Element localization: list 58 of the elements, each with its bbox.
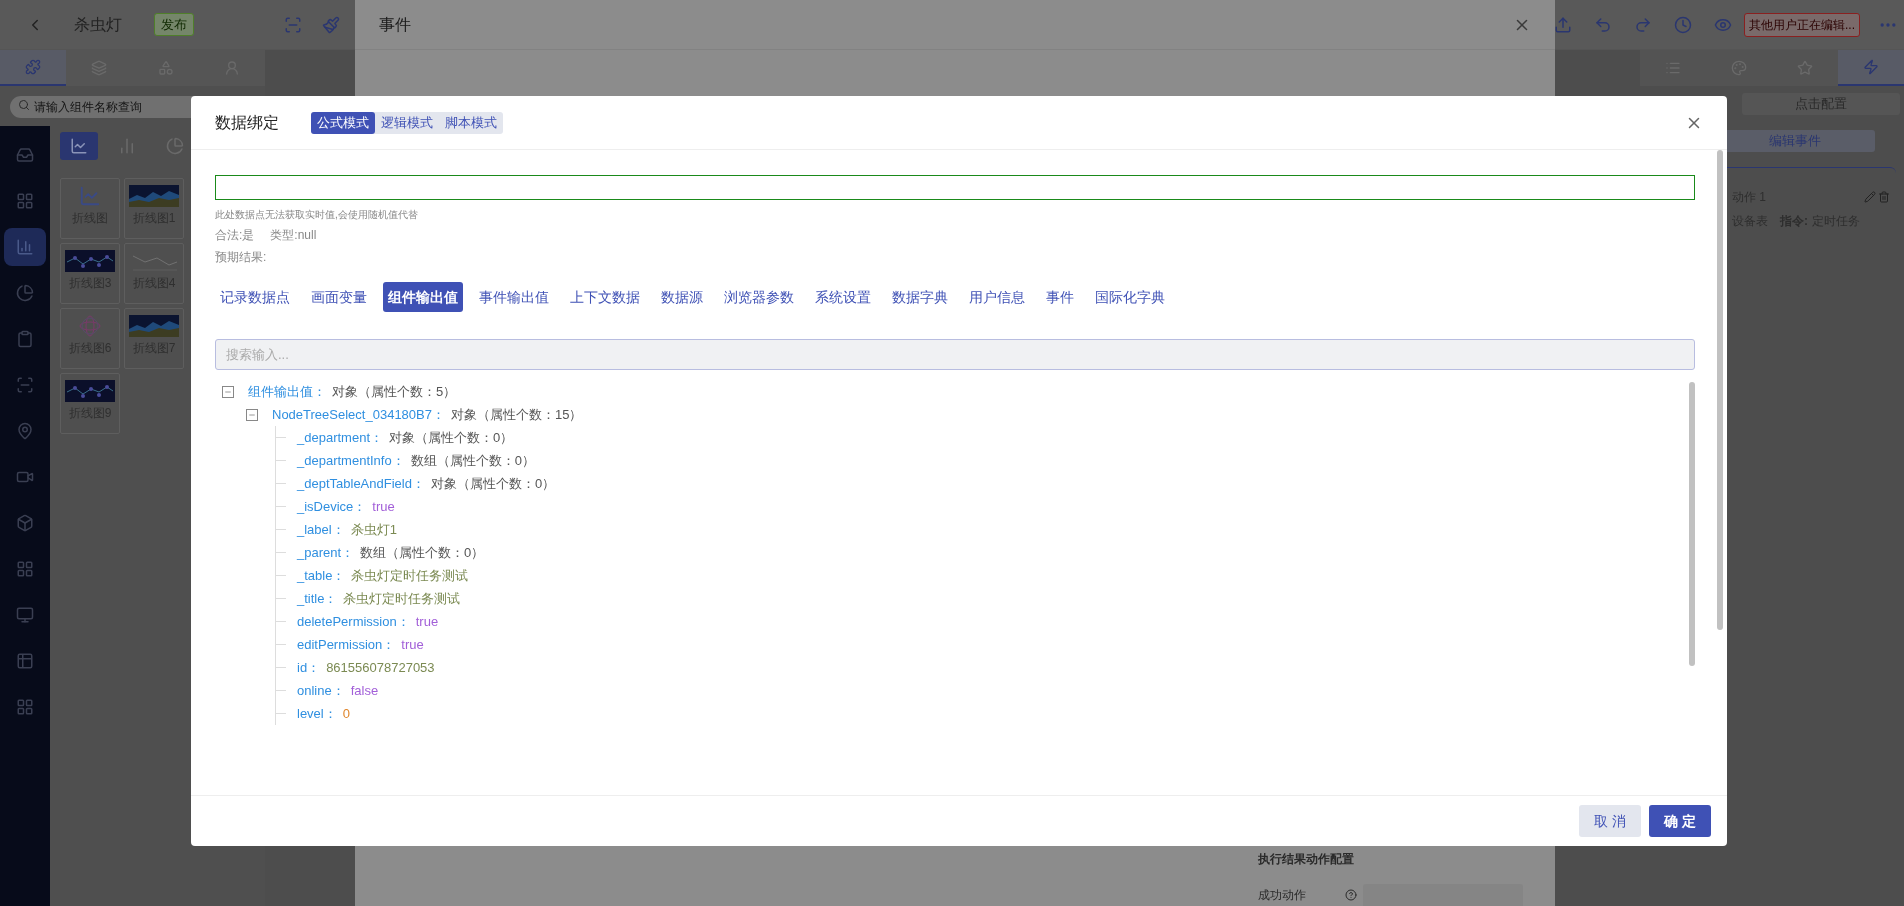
tree-key[interactable]: _parent：: [297, 542, 355, 563]
tree-key[interactable]: level：: [297, 703, 337, 724]
source-tab[interactable]: 数据源: [656, 282, 708, 312]
editing-alert: 其他用户正在编辑...: [1744, 12, 1860, 37]
mode-tab[interactable]: 公式模式: [311, 111, 375, 134]
tree-value: false: [350, 681, 379, 700]
source-tab[interactable]: 国际化字典: [1090, 282, 1170, 312]
formula-hint: 此处数据点无法获取实时值,会使用随机值代替: [215, 208, 419, 222]
modal-title: 事件: [379, 14, 411, 35]
tree-key[interactable]: id：: [297, 657, 321, 678]
tree-key[interactable]: _departmentInfo：: [297, 450, 405, 471]
source-tab[interactable]: 系统设置: [810, 282, 876, 312]
tree-value: true: [372, 497, 395, 516]
tree-value: 数组（属性个数：0）: [360, 543, 485, 562]
tree-key[interactable]: editPermission：: [297, 634, 396, 655]
source-tab[interactable]: 画面变量: [306, 282, 372, 312]
tree-key[interactable]: _table：: [297, 565, 346, 586]
field-label: 成功动作: [1258, 887, 1307, 904]
source-tab[interactable]: 数据字典: [887, 282, 953, 312]
publish-badge[interactable]: 发布: [154, 12, 194, 37]
source-tab[interactable]: 浏览器参数: [719, 282, 799, 312]
tree-value: 对象（属性个数：15）: [450, 405, 583, 424]
tree-key[interactable]: _title：: [297, 588, 338, 609]
source-tab[interactable]: 事件输出值: [474, 282, 554, 312]
source-tab[interactable]: 记录数据点: [215, 282, 295, 312]
tree-key[interactable]: NodeTreeSelect_034180B7：: [272, 404, 445, 425]
tree-key[interactable]: online：: [297, 680, 345, 701]
page-title: 杀虫灯: [74, 14, 122, 35]
tree-key[interactable]: _isDevice：: [297, 496, 367, 517]
tree-value: 对象（属性个数：0）: [430, 474, 556, 493]
tree-key[interactable]: 组件输出值：: [248, 381, 326, 402]
search-field[interactable]: 搜索输入...: [215, 339, 1695, 370]
tree-value: 数组（属性个数：0）: [410, 451, 535, 470]
confirm-button[interactable]: 确定: [1649, 805, 1711, 837]
valid-status: 合法:是: [215, 227, 255, 244]
expected-result: 预期结果:: [215, 249, 268, 266]
source-tab[interactable]: 事件: [1041, 282, 1079, 312]
tree-value: 杀虫灯定时任务测试: [351, 566, 469, 585]
section-title: 执行结果动作配置: [1258, 851, 1355, 868]
tree-key[interactable]: _deptTableAndField：: [297, 473, 425, 494]
tree-key[interactable]: _department：: [297, 427, 383, 448]
tree-value: 对象（属性个数：0）: [389, 428, 514, 447]
cancel-button[interactable]: 取消: [1579, 805, 1641, 837]
tree-key[interactable]: deletePermission：: [297, 611, 410, 632]
source-tab[interactable]: 用户信息: [964, 282, 1030, 312]
tree-value: 杀虫灯1: [350, 520, 397, 539]
tree-key[interactable]: _label：: [297, 519, 345, 540]
mode-tab[interactable]: 脚本模式: [439, 111, 503, 134]
mode-tab[interactable]: 逻辑模式: [375, 111, 439, 134]
tree-value: 杀虫灯定时任务测试: [343, 589, 461, 608]
source-tab[interactable]: 组件输出值: [383, 282, 463, 312]
type-status: 类型:null: [270, 227, 317, 244]
tree-value: 对象（属性个数：5）: [332, 382, 457, 401]
source-tab[interactable]: 上下文数据: [565, 282, 645, 312]
tree-value: 0: [342, 704, 350, 723]
tree-value: 861556078727053: [326, 658, 435, 677]
tree-value: true: [415, 612, 439, 631]
tree-value: true: [401, 635, 424, 654]
